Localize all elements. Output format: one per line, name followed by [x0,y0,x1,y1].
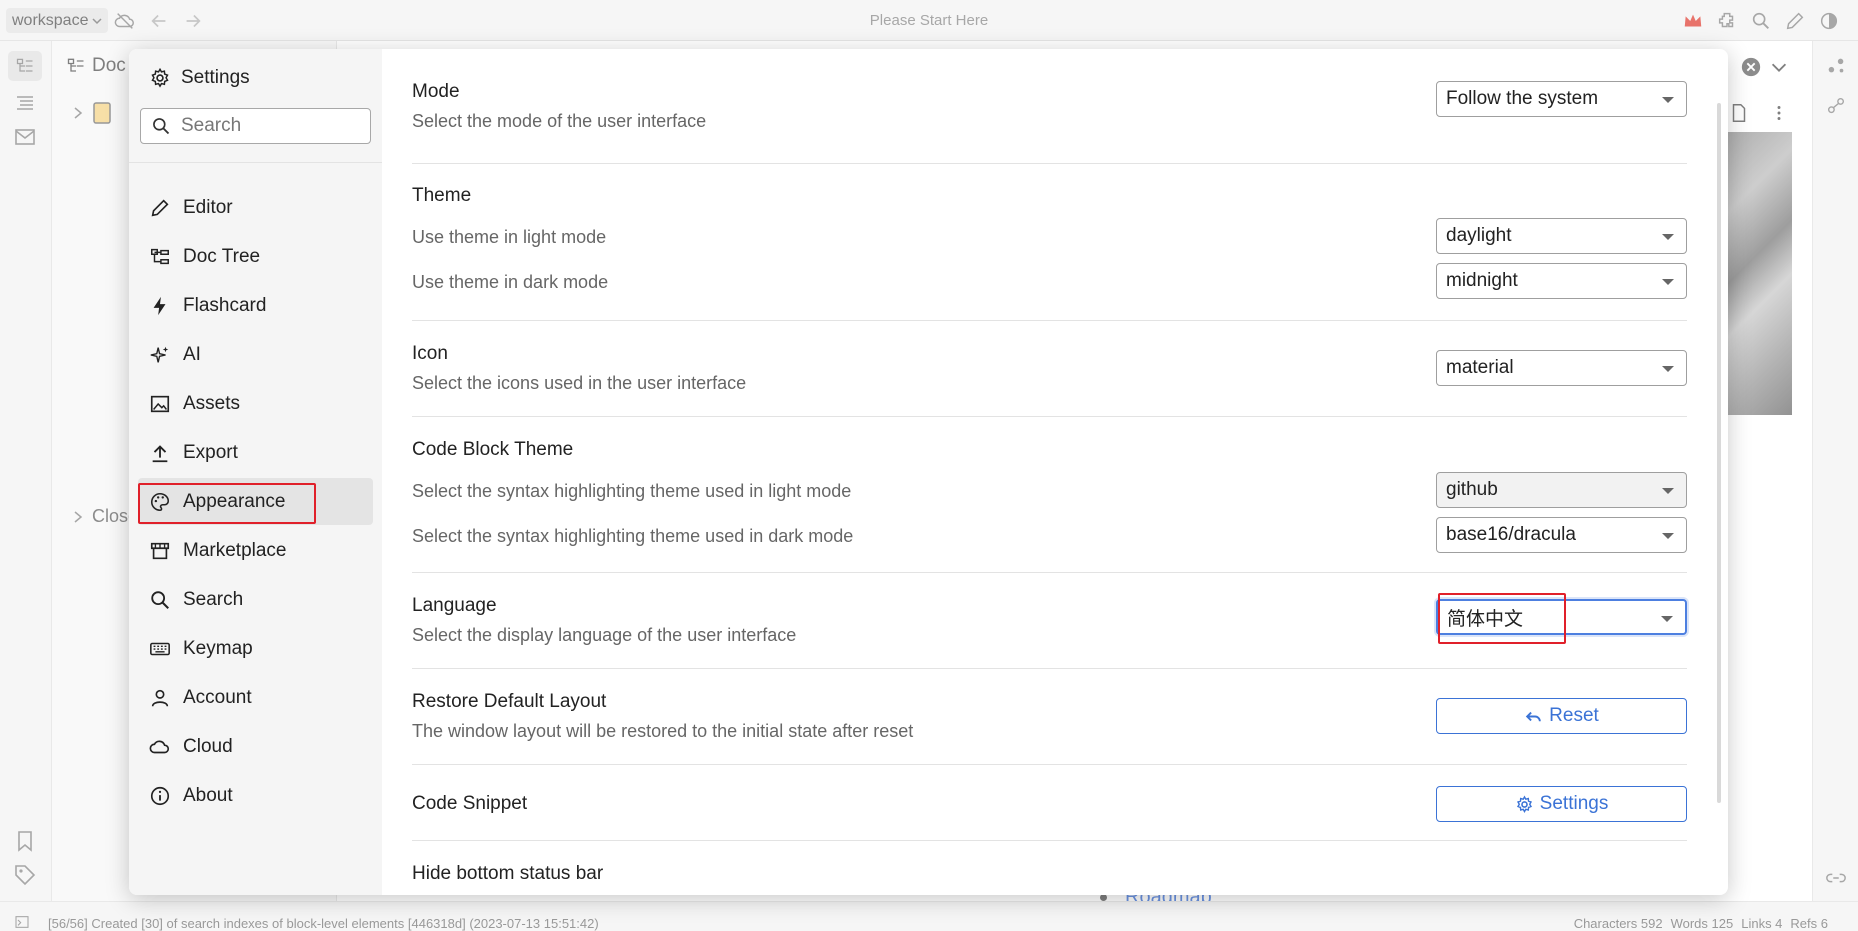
theme-dark-select[interactable]: midnight [1436,263,1687,299]
nav-item-flashcard[interactable]: Flashcard [138,282,373,329]
nav-item-doc-tree[interactable]: Doc Tree [138,233,373,280]
language-label: Language [412,595,497,616]
settings-search-box[interactable] [140,108,371,144]
nav-label: AI [183,343,201,365]
nav-label: Doc Tree [183,245,261,267]
mode-desc: Select the mode of the user interface [412,111,707,131]
nav-label: Keymap [183,637,253,659]
cloud-icon [149,740,170,753]
doc-tree-icon [151,248,169,264]
code-snippet-settings-button[interactable]: Settings [1436,786,1687,822]
mode-section: Mode Select the mode of the user interfa… [412,49,1687,164]
language-value: 简体中文 [1447,608,1524,630]
appearance-settings: Mode Select the mode of the user interfa… [382,49,1728,895]
settings-header: Settings [149,67,250,89]
restore-layout-desc: The window layout will be restored to th… [412,721,914,741]
nav-label: Marketplace [183,539,287,561]
code-block-light-select[interactable]: github [1436,472,1687,508]
theme-label: Theme [412,185,472,206]
nav-item-marketplace[interactable]: Marketplace [138,527,373,574]
lightning-icon [153,296,166,315]
settings-scrollbar[interactable] [1717,103,1721,803]
upload-icon [152,444,168,462]
settings-title: Settings [181,67,250,88]
nav-label: About [183,784,233,806]
nav-label: Account [183,686,252,708]
language-section: Language Select the display language of … [412,573,1687,669]
nav-item-cloud[interactable]: Cloud [138,723,373,770]
theme-dark-value: midnight [1446,270,1518,291]
nav-label: Cloud [183,735,233,757]
nav-label: Assets [183,392,241,414]
settings-search-input[interactable] [181,115,351,137]
mode-select[interactable]: Follow the system [1436,81,1687,117]
nav-item-about[interactable]: About [138,772,373,819]
pencil-icon [151,198,169,216]
code-block-dark-desc: Select the syntax highlighting theme use… [412,526,854,546]
reset-button-label: Reset [1549,705,1599,726]
nav-item-assets[interactable]: Assets [138,380,373,427]
gear-icon [151,67,169,88]
nav-item-ai[interactable]: AI [138,331,373,378]
palette-icon [151,492,170,511]
code-block-theme-label: Code Block Theme [412,439,574,460]
mode-value: Follow the system [1446,88,1599,109]
icon-section: Icon Select the icons used in the user i… [412,321,1687,417]
icon-label: Icon [412,343,448,364]
reset-button[interactable]: Reset [1436,698,1687,734]
sidebar-divider [129,162,382,163]
sparkle-icon [150,346,169,362]
image-icon [150,395,170,412]
search-icon [153,118,170,135]
language-desc: Select the display language of the user … [412,625,797,645]
code-block-light-desc: Select the syntax highlighting theme use… [412,481,852,501]
keyboard-icon [150,642,170,655]
nav-item-search[interactable]: Search [138,576,373,623]
gear-icon [1516,795,1532,813]
icon-value: material [1446,357,1514,378]
settings-sidebar: Settings Editor Doc Tree Flashcard AI [129,49,382,895]
code-block-dark-select[interactable]: base16/dracula [1436,517,1687,553]
code-snippet-label: Code Snippet [412,793,528,814]
code-block-theme-section: Code Block Theme Select the syntax highl… [412,417,1687,573]
hide-status-bar-section: Hide bottom status bar [412,841,1687,895]
theme-dark-desc: Use theme in dark mode [412,272,609,292]
theme-light-select[interactable]: daylight [1436,218,1687,254]
nav-item-export[interactable]: Export [138,429,373,476]
settings-nav: Editor Doc Tree Flashcard AI Assets Expo… [138,184,373,821]
nav-item-keymap[interactable]: Keymap [138,625,373,672]
restore-layout-section: Restore Default Layout The window layout… [412,669,1687,765]
hide-status-bar-label[interactable]: Hide bottom status bar [412,863,603,885]
code-block-dark-value: base16/dracula [1446,524,1576,545]
icon-select[interactable]: material [1436,350,1687,386]
nav-item-appearance[interactable]: Appearance [138,478,373,525]
theme-light-desc: Use theme in light mode [412,227,607,247]
nav-item-editor[interactable]: Editor [138,184,373,231]
theme-light-value: daylight [1446,225,1512,246]
restore-layout-label: Restore Default Layout [412,691,607,712]
undo-icon [1525,711,1541,721]
language-select[interactable]: 简体中文 [1436,599,1687,635]
nav-label: Appearance [183,490,286,512]
nav-item-account[interactable]: Account [138,674,373,721]
nav-label: Export [183,441,238,463]
code-block-light-value: github [1446,479,1498,500]
code-snippet-button-label: Settings [1539,793,1609,814]
code-snippet-section: Code Snippet Settings [412,765,1687,841]
nav-label: Search [183,588,244,610]
settings-dialog: Settings Editor Doc Tree Flashcard AI [129,49,1728,895]
mode-label: Mode [412,81,460,102]
nav-label: Flashcard [183,294,267,316]
search-icon [151,590,169,609]
nav-label: Editor [183,196,233,218]
user-icon [151,689,169,707]
store-icon [150,542,170,559]
info-icon [150,786,170,805]
theme-section: Theme Use theme in light mode daylight U… [412,164,1687,321]
icon-desc: Select the icons used in the user interf… [412,373,747,393]
